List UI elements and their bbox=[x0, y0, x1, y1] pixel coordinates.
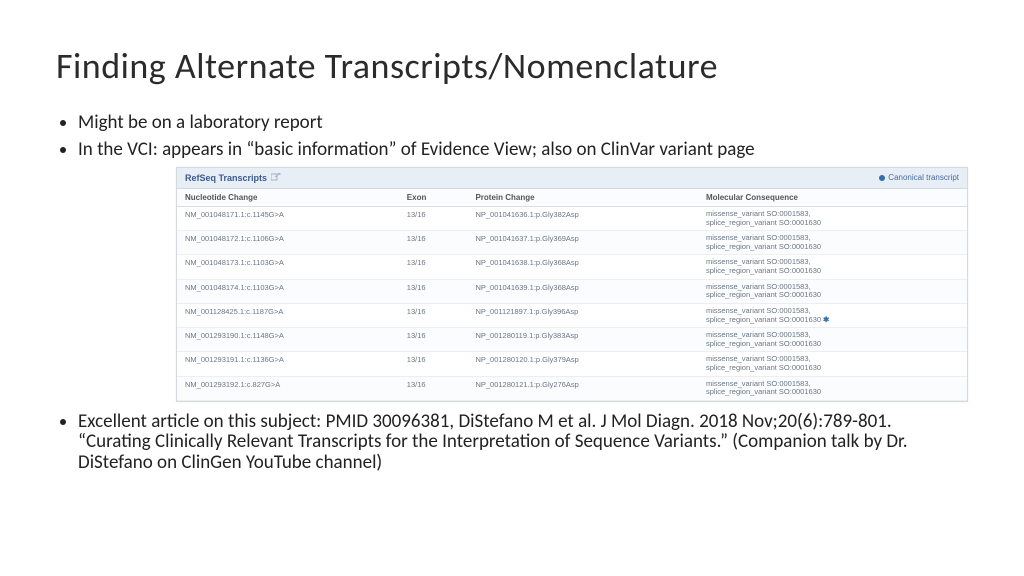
cell-protein: NP_001280119.1:p.Gly383Asp bbox=[467, 328, 698, 352]
col-consequence: Molecular Consequence bbox=[698, 189, 967, 207]
table-row: NM_001048173.1:c.1103G>A13/16NP_00104163… bbox=[177, 255, 967, 279]
col-exon: Exon bbox=[399, 189, 468, 207]
cell-nucleotide: NM_001128425.1:c.1187G>A bbox=[177, 303, 399, 327]
cell-nucleotide: NM_001048171.1:c.1145G>A bbox=[177, 206, 399, 230]
cell-nucleotide: NM_001293192.1:c.827G>A bbox=[177, 376, 399, 400]
cell-protein: NP_001041637.1:p.Gly369Asp bbox=[467, 231, 698, 255]
table-row: NM_001293191.1:c.1136G>A13/16NP_00128012… bbox=[177, 352, 967, 376]
bullet-list: Might be on a laboratory report In the V… bbox=[60, 112, 968, 161]
canonical-legend: Canonical transcript bbox=[879, 173, 959, 182]
cell-protein: NP_001121897.1:p.Gly396Asp bbox=[467, 303, 698, 327]
cell-protein: NP_001041638.1:p.Gly368Asp bbox=[467, 255, 698, 279]
cell-protein: NP_001280120.1:p.Gly379Asp bbox=[467, 352, 698, 376]
bullet-item: In the VCI: appears in “basic informatio… bbox=[78, 140, 968, 161]
cell-consequence: missense_variant SO:0001583,splice_regio… bbox=[698, 376, 967, 400]
page-title: Finding Alternate Transcripts/Nomenclatu… bbox=[56, 44, 968, 88]
cell-consequence: missense_variant SO:0001583,splice_regio… bbox=[698, 303, 967, 327]
cell-exon: 13/16 bbox=[399, 206, 468, 230]
bullet-list-2: Excellent article on this subject: PMID … bbox=[60, 412, 968, 474]
cell-nucleotide: NM_001048173.1:c.1103G>A bbox=[177, 255, 399, 279]
cell-exon: 13/16 bbox=[399, 352, 468, 376]
cell-exon: 13/16 bbox=[399, 376, 468, 400]
bullet-item: Excellent article on this subject: PMID … bbox=[78, 412, 968, 474]
cell-protein: NP_001041636.1:p.Gly382Asp bbox=[467, 206, 698, 230]
table-row: NM_001128425.1:c.1187G>A13/16NP_00112189… bbox=[177, 303, 967, 327]
table-header-row: Nucleotide Change Exon Protein Change Mo… bbox=[177, 189, 967, 207]
table-row: NM_001293192.1:c.827G>A13/16NP_001280121… bbox=[177, 376, 967, 400]
refseq-table: Nucleotide Change Exon Protein Change Mo… bbox=[177, 189, 967, 401]
table-row: NM_001048172.1:c.1106G>A13/16NP_00104163… bbox=[177, 231, 967, 255]
external-link-icon bbox=[271, 173, 281, 183]
table-header-bar: RefSeq Transcripts Canonical transcript bbox=[177, 168, 967, 189]
cell-consequence: missense_variant SO:0001583,splice_regio… bbox=[698, 279, 967, 303]
cell-exon: 13/16 bbox=[399, 328, 468, 352]
cell-nucleotide: NM_001048174.1:c.1103G>A bbox=[177, 279, 399, 303]
cell-nucleotide: NM_001293190.1:c.1148G>A bbox=[177, 328, 399, 352]
canonical-star-icon: ✱ bbox=[821, 315, 829, 324]
bullet-item: Might be on a laboratory report bbox=[78, 112, 968, 134]
table-row: NM_001293190.1:c.1148G>A13/16NP_00128011… bbox=[177, 328, 967, 352]
col-protein: Protein Change bbox=[467, 189, 698, 207]
table-row: NM_001048171.1:c.1145G>A13/16NP_00104163… bbox=[177, 206, 967, 230]
col-nucleotide: Nucleotide Change bbox=[177, 189, 399, 207]
table-title: RefSeq Transcripts bbox=[185, 173, 281, 183]
canonical-legend-text: Canonical transcript bbox=[888, 173, 959, 182]
cell-exon: 13/16 bbox=[399, 255, 468, 279]
cell-nucleotide: NM_001048172.1:c.1106G>A bbox=[177, 231, 399, 255]
table-title-text: RefSeq Transcripts bbox=[185, 173, 267, 183]
cell-protein: NP_001280121.1:p.Gly276Asp bbox=[467, 376, 698, 400]
cell-consequence: missense_variant SO:0001583,splice_regio… bbox=[698, 231, 967, 255]
table-body: NM_001048171.1:c.1145G>A13/16NP_00104163… bbox=[177, 206, 967, 400]
cell-exon: 13/16 bbox=[399, 303, 468, 327]
slide: Finding Alternate Transcripts/Nomenclatu… bbox=[0, 0, 1024, 576]
cell-consequence: missense_variant SO:0001583,splice_regio… bbox=[698, 352, 967, 376]
cell-consequence: missense_variant SO:0001583,splice_regio… bbox=[698, 255, 967, 279]
cell-exon: 13/16 bbox=[399, 231, 468, 255]
cell-consequence: missense_variant SO:0001583,splice_regio… bbox=[698, 328, 967, 352]
cell-nucleotide: NM_001293191.1:c.1136G>A bbox=[177, 352, 399, 376]
cell-consequence: missense_variant SO:0001583,splice_regio… bbox=[698, 206, 967, 230]
cell-protein: NP_001041639.1:p.Gly368Asp bbox=[467, 279, 698, 303]
cell-exon: 13/16 bbox=[399, 279, 468, 303]
table-row: NM_001048174.1:c.1103G>A13/16NP_00104163… bbox=[177, 279, 967, 303]
refseq-table-panel: RefSeq Transcripts Canonical transcript … bbox=[176, 167, 968, 402]
